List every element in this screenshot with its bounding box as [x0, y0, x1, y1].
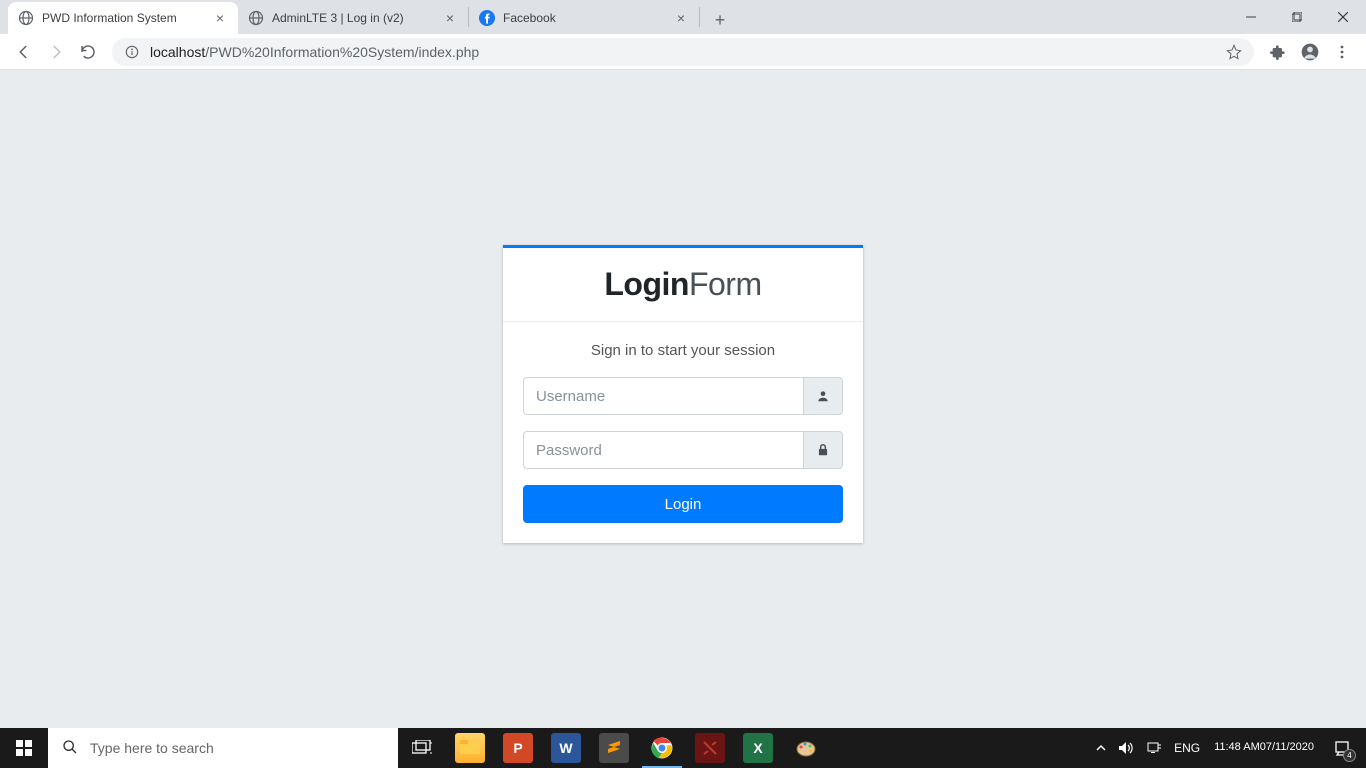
user-icon [803, 377, 843, 415]
search-icon [62, 739, 78, 758]
globe-icon [18, 10, 34, 26]
url-path: /PWD%20Information%20System/index.php [205, 44, 479, 60]
close-icon[interactable]: × [673, 10, 689, 26]
clock-date: 07/11/2020 [1260, 741, 1314, 755]
lock-icon [803, 431, 843, 469]
login-card-body: Sign in to start your session Login [503, 322, 863, 543]
chrome-icon[interactable] [638, 728, 686, 768]
browser-tab-active[interactable]: PWD Information System × [8, 2, 238, 34]
browser-tab-strip: PWD Information System × AdminLTE 3 | Lo… [0, 0, 1366, 34]
volume-icon[interactable] [1112, 728, 1140, 768]
windows-taskbar: Type here to search P W X [0, 728, 1366, 768]
tab-title: AdminLTE 3 | Log in (v2) [272, 11, 436, 25]
back-button[interactable] [8, 36, 40, 68]
browser-toolbar: localhost/PWD%20Information%20System/ind… [0, 34, 1366, 70]
login-button[interactable]: Login [523, 485, 843, 523]
dota-icon[interactable] [686, 728, 734, 768]
network-icon[interactable] [1140, 728, 1168, 768]
notification-badge: 4 [1343, 749, 1356, 762]
kebab-menu-icon[interactable] [1326, 36, 1358, 68]
globe-icon [248, 10, 264, 26]
system-tray: ENG 11:48 AM 07/11/2020 4 [1090, 728, 1366, 768]
tab-title: Facebook [503, 11, 667, 25]
login-message: Sign in to start your session [523, 342, 843, 359]
tab-separator [699, 7, 700, 27]
file-explorer-icon[interactable] [446, 728, 494, 768]
browser-tab[interactable]: AdminLTE 3 | Log in (v2) × [238, 2, 468, 34]
paint-icon[interactable] [782, 728, 830, 768]
close-icon[interactable]: × [212, 10, 228, 26]
language-indicator[interactable]: ENG [1168, 728, 1206, 768]
notifications-icon[interactable]: 4 [1322, 728, 1362, 768]
taskbar-clock[interactable]: 11:48 AM 07/11/2020 [1206, 728, 1322, 768]
profile-icon[interactable] [1294, 36, 1326, 68]
brand-title: LoginForm [604, 266, 761, 302]
tab-title: PWD Information System [42, 11, 206, 25]
login-card: LoginForm Sign in to start your session … [503, 245, 863, 543]
sublime-icon[interactable] [590, 728, 638, 768]
username-input[interactable] [523, 377, 803, 415]
excel-icon[interactable]: X [734, 728, 782, 768]
info-icon [124, 44, 140, 60]
page-viewport: LoginForm Sign in to start your session … [0, 70, 1366, 728]
forward-button[interactable] [40, 36, 72, 68]
clock-time: 11:48 AM [1214, 741, 1260, 755]
bookmark-star-icon[interactable] [1226, 44, 1242, 60]
facebook-icon [479, 10, 495, 26]
task-icons: P W X [398, 728, 830, 768]
login-card-header: LoginForm [503, 248, 863, 322]
new-tab-button[interactable]: + [706, 6, 734, 34]
search-placeholder: Type here to search [90, 740, 214, 756]
browser-tab[interactable]: Facebook × [469, 2, 699, 34]
username-group [523, 377, 843, 415]
minimize-button[interactable] [1228, 0, 1274, 34]
word-icon[interactable]: W [542, 728, 590, 768]
url-host: localhost [150, 44, 205, 60]
powerpoint-icon[interactable]: P [494, 728, 542, 768]
extensions-icon[interactable] [1262, 36, 1294, 68]
maximize-button[interactable] [1274, 0, 1320, 34]
password-input[interactable] [523, 431, 803, 469]
close-icon[interactable]: × [442, 10, 458, 26]
window-controls [1228, 0, 1366, 34]
reload-button[interactable] [72, 36, 104, 68]
password-group [523, 431, 843, 469]
task-view-icon[interactable] [398, 728, 446, 768]
start-button[interactable] [0, 728, 48, 768]
close-window-button[interactable] [1320, 0, 1366, 34]
taskbar-search[interactable]: Type here to search [48, 728, 398, 768]
address-bar[interactable]: localhost/PWD%20Information%20System/ind… [112, 38, 1254, 66]
tray-chevron-icon[interactable] [1090, 728, 1112, 768]
